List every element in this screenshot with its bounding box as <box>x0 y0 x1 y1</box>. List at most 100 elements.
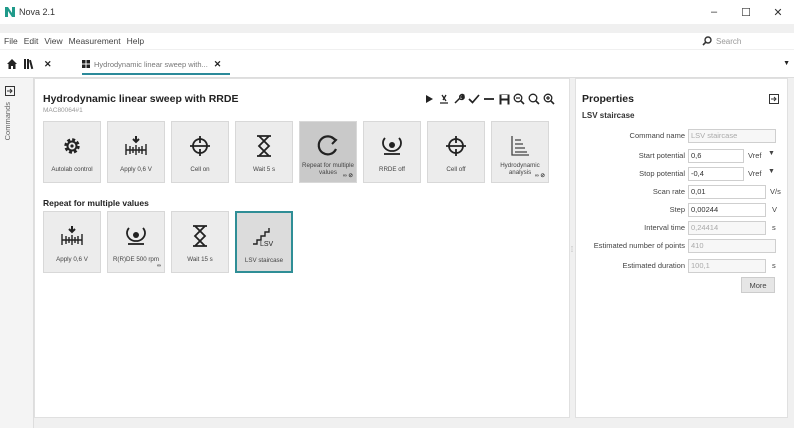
minus-icon[interactable] <box>483 93 495 105</box>
interval-time-field: 0,24414 <box>688 221 766 235</box>
close-button[interactable]: ✕ <box>762 0 794 24</box>
tile-label: RRDE off <box>378 166 406 173</box>
procedure-icon <box>82 60 90 68</box>
lsv-icon-text: LSV <box>260 241 274 248</box>
gear-icon <box>44 132 100 160</box>
window-controls: – ☐ ✕ <box>698 0 794 24</box>
property-label: Scan rate <box>652 187 685 196</box>
apply-potential-icon <box>108 132 164 160</box>
zoom-out-icon[interactable] <box>513 93 525 105</box>
properties-title: Properties <box>582 93 634 105</box>
more-button[interactable]: More <box>741 277 775 293</box>
panel-splitter[interactable]: ⁞ <box>570 240 574 258</box>
property-label: Command name <box>629 131 685 140</box>
tile-lsv-staircase[interactable]: LSV LSV staircase <box>235 211 293 273</box>
tile-hydrodynamic-analysis[interactable]: Hydrodynamic analysis ∞ ⊘ <box>491 121 549 183</box>
property-label: Interval time <box>644 223 685 232</box>
tile-label: LSV staircase <box>244 257 284 264</box>
search-icon <box>702 36 712 46</box>
play-icon[interactable] <box>423 93 435 105</box>
property-scan-rate: Scan rate 0,01 V/s <box>576 185 789 199</box>
save-icon[interactable] <box>498 93 510 105</box>
tile-autolab-control[interactable]: Autolab control <box>43 121 101 183</box>
stop-potential-unit: Vref <box>748 169 762 178</box>
menu-file[interactable]: File <box>4 36 18 46</box>
property-label: Stop potential <box>639 169 685 178</box>
pin-icon[interactable] <box>769 94 779 104</box>
estimated-duration-unit: s <box>772 261 776 270</box>
menu-view[interactable]: View <box>44 36 62 46</box>
property-label: Step <box>669 205 685 214</box>
tab-strip: ✕ Hydrodynamic linear sweep with... ✕ ▼ <box>0 50 794 78</box>
command-row-repeat: Apply 0,6 V R(R)DE 500 rpm ∞ Wait 15 s L… <box>43 211 293 273</box>
scan-rate-field[interactable]: 0,01 <box>688 185 766 199</box>
property-estimated-points: Estimated number of points 410 <box>576 239 789 253</box>
procedure-tab-close-button[interactable]: ✕ <box>214 59 222 70</box>
library-tab[interactable]: ✕ <box>24 55 52 73</box>
wrench-icon[interactable] <box>453 93 465 105</box>
property-stop-potential: Stop potential -0,4 Vref ▼ <box>576 167 789 181</box>
home-icon <box>7 59 17 69</box>
tile-repeat[interactable]: Repeat for multiple values ∞ ⊘ <box>299 121 357 183</box>
library-icon <box>24 59 34 70</box>
lsv-icon: LSV <box>237 223 291 251</box>
commands-label[interactable]: Commands <box>3 102 12 140</box>
analysis-icon <box>492 132 548 160</box>
tile-wait-5s[interactable]: Wait 5 s <box>235 121 293 183</box>
chevron-down-icon[interactable]: ▼ <box>768 168 775 175</box>
pin-icon[interactable] <box>5 86 15 96</box>
commands-sidebar: Commands <box>0 78 34 428</box>
menu-measurement[interactable]: Measurement <box>69 36 121 46</box>
stop-potential-field[interactable]: -0,4 <box>688 167 744 181</box>
tile-cell-off[interactable]: Cell off <box>427 121 485 183</box>
zoom-in-icon[interactable] <box>543 93 555 105</box>
search-placeholder: Search <box>716 36 742 46</box>
property-estimated-duration: Estimated duration 100,1 s <box>576 259 789 273</box>
hourglass-icon <box>172 222 228 250</box>
properties-panel: Properties LSV staircase Command name LS… <box>575 78 788 418</box>
procedure-toolbar <box>423 93 555 105</box>
start-potential-field[interactable]: 0,6 <box>688 149 744 163</box>
nova-logo-icon <box>4 6 16 18</box>
scan-rate-unit: V/s <box>770 187 781 196</box>
tile-rrde-500rpm[interactable]: R(R)DE 500 rpm ∞ <box>107 211 165 273</box>
menu-edit[interactable]: Edit <box>24 36 39 46</box>
check-icon[interactable] <box>468 93 480 105</box>
command-name-field[interactable]: LSV staircase <box>688 129 776 143</box>
properties-subtitle: LSV staircase <box>582 111 635 120</box>
property-command-name: Command name LSV staircase <box>576 129 789 143</box>
tab-overflow-button[interactable]: ▼ <box>783 60 790 67</box>
tile-apply-potential[interactable]: Apply 0,6 V <box>107 121 165 183</box>
library-tab-close-button[interactable]: ✕ <box>44 59 52 70</box>
tile-badge: ∞ ⊘ <box>342 173 353 179</box>
search-input[interactable]: Search <box>702 34 752 48</box>
home-tab[interactable] <box>4 56 20 72</box>
cell-on-icon <box>172 132 228 160</box>
estimated-duration-field: 100,1 <box>688 259 766 273</box>
menu-help[interactable]: Help <box>127 36 144 46</box>
tile-badge: ∞ <box>157 263 161 269</box>
property-label: Estimated number of points <box>593 241 685 250</box>
property-label: Start potential <box>638 151 685 160</box>
tile-label: R(R)DE 500 rpm <box>112 256 160 263</box>
validation-icon[interactable] <box>438 93 450 105</box>
chevron-down-icon[interactable]: ▼ <box>768 150 775 157</box>
tile-apply-potential-repeat[interactable]: Apply 0,6 V <box>43 211 101 273</box>
property-label: Estimated duration <box>622 261 685 270</box>
minimize-button[interactable]: – <box>698 0 730 24</box>
interval-time-unit: s <box>772 223 776 232</box>
procedure-title: Hydrodynamic linear sweep with RRDE <box>43 93 239 105</box>
tile-label: Wait 5 s <box>252 166 276 173</box>
zoom-fit-icon[interactable] <box>528 93 540 105</box>
tile-cell-on[interactable]: Cell on <box>171 121 229 183</box>
tile-wait-15s[interactable]: Wait 15 s <box>171 211 229 273</box>
command-row-main: Autolab control Apply 0,6 V Cell on Wait… <box>43 121 549 183</box>
maximize-button[interactable]: ☐ <box>730 0 762 24</box>
cell-off-icon <box>428 132 484 160</box>
tile-rrde-off[interactable]: RRDE off <box>363 121 421 183</box>
procedure-tab[interactable]: Hydrodynamic linear sweep with... ✕ <box>82 55 230 75</box>
title-bar: Nova 2.1 – ☐ ✕ <box>0 0 794 24</box>
property-interval-time: Interval time 0,24414 s <box>576 221 789 235</box>
step-field[interactable]: 0,00244 <box>688 203 766 217</box>
app-title: Nova 2.1 <box>19 7 56 17</box>
